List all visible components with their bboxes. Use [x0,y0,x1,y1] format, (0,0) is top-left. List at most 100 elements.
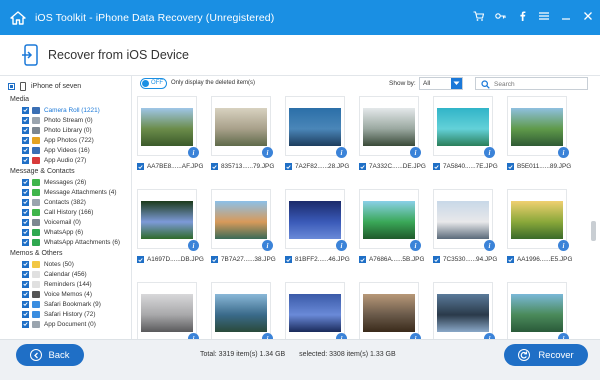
photo-checkbox[interactable] [433,256,440,263]
facebook-icon[interactable] [516,10,528,22]
back-button[interactable]: Back [16,344,84,366]
photo-thumbnail[interactable]: i [433,189,495,251]
show-by-select[interactable]: All [419,77,463,90]
sidebar-item[interactable]: Calendar (456) [8,269,131,279]
sidebar-item[interactable]: App Audio (27) [8,155,131,165]
photo-thumbnail[interactable]: i [433,96,495,158]
photo-thumbnail[interactable]: i [137,96,199,158]
photo-thumbnail[interactable]: i [359,189,421,251]
photo-thumbnail[interactable]: i [285,282,347,339]
photo-checkbox[interactable] [507,256,514,263]
category-checkbox[interactable] [22,290,29,298]
info-icon[interactable]: i [262,240,273,251]
photo-thumbnail[interactable]: i [359,96,421,158]
sidebar-item[interactable]: Voice Memos (4) [8,289,131,299]
sidebar-item[interactable]: Message Attachments (4) [8,187,131,197]
sidebar-item[interactable]: Contacts (382) [8,197,131,207]
category-checkbox[interactable] [22,198,29,206]
photo-item[interactable]: i AA7BE8......AF.JPG [135,96,203,188]
sidebar-item[interactable]: WhatsApp (6) [8,227,131,237]
category-checkbox[interactable] [22,156,29,164]
sidebar-item[interactable]: Notes (50) [8,259,131,269]
category-checkbox[interactable] [22,260,29,268]
photo-thumbnail[interactable]: i [507,189,569,251]
photo-checkbox[interactable] [211,163,218,170]
sidebar-item[interactable]: Safari Bookmark (9) [8,299,131,309]
category-checkbox[interactable] [22,300,29,308]
info-icon[interactable]: i [558,240,569,251]
category-checkbox[interactable] [22,270,29,278]
photo-thumbnail[interactable]: i [507,96,569,158]
photo-item[interactable]: i [209,282,275,339]
info-icon[interactable]: i [336,240,347,251]
device-checkbox[interactable] [8,82,15,90]
photo-item[interactable]: i 7B7A27......38.JPG [209,189,276,281]
info-icon[interactable]: i [484,147,495,158]
photo-item[interactable]: i 835713......79.JPG [209,96,275,188]
photo-item[interactable]: i [357,282,423,339]
photo-checkbox[interactable] [211,256,218,263]
category-checkbox[interactable] [22,228,29,236]
info-icon[interactable]: i [262,147,273,158]
photo-item[interactable]: i [431,282,497,339]
info-icon[interactable]: i [410,240,421,251]
category-checkbox[interactable] [22,126,29,134]
photo-thumbnail[interactable]: i [137,189,199,251]
info-icon[interactable]: i [558,147,569,158]
photo-item[interactable]: i 81BFF2......46.JPG [283,189,350,281]
info-icon[interactable]: i [188,240,199,251]
info-icon[interactable]: i [336,147,347,158]
photo-thumbnail[interactable]: i [211,282,273,339]
category-checkbox[interactable] [22,136,29,144]
category-checkbox[interactable] [22,106,29,114]
photo-item[interactable]: i A7686A......5B.JPG [357,189,424,281]
photo-item[interactable]: i [505,282,571,339]
photo-item[interactable]: i 7A2F82......28.JPG [283,96,349,188]
photo-thumbnail[interactable]: i [507,282,569,339]
photo-checkbox[interactable] [433,163,440,170]
category-checkbox[interactable] [22,320,29,328]
photo-thumbnail[interactable]: i [211,96,273,158]
sidebar-item[interactable]: App Document (0) [8,319,131,329]
photo-thumbnail[interactable]: i [359,282,421,339]
cart-icon[interactable] [472,10,484,22]
photo-item[interactable]: i AA1996......E5.JPG [505,189,572,281]
info-icon[interactable]: i [484,240,495,251]
photo-item[interactable]: i 7C3530......94.JPG [431,189,497,281]
photo-thumbnail[interactable]: i [433,282,495,339]
category-checkbox[interactable] [22,188,29,196]
photo-thumbnail[interactable]: i [211,189,273,251]
category-checkbox[interactable] [22,178,29,186]
category-checkbox[interactable] [22,218,29,226]
photo-thumbnail[interactable]: i [285,96,347,158]
sidebar-item[interactable]: Call History (166) [8,207,131,217]
photo-thumbnail[interactable]: i [137,282,199,339]
menu-icon[interactable] [538,10,550,22]
photo-checkbox[interactable] [137,256,144,263]
sidebar-item[interactable]: Photo Library (0) [8,125,131,135]
photo-checkbox[interactable] [507,163,514,170]
photo-checkbox[interactable] [285,256,292,263]
sidebar-item[interactable]: Safari History (72) [8,309,131,319]
key-icon[interactable] [494,10,506,22]
photo-checkbox[interactable] [137,163,144,170]
photo-item[interactable]: i B5E011......89.JPG [505,96,571,188]
deleted-only-toggle[interactable]: OFF [140,78,167,89]
photo-item[interactable]: i [283,282,349,339]
sidebar-item[interactable]: Camera Roll (1221) [8,105,131,115]
category-checkbox[interactable] [22,208,29,216]
device-row[interactable]: iPhone of seven [8,79,131,93]
home-icon[interactable] [9,10,27,26]
recover-button[interactable]: Recover [504,344,588,366]
close-icon[interactable] [582,10,594,22]
photo-item[interactable]: i A1697D......DB.JPG [135,189,204,281]
photo-thumbnail[interactable]: i [285,189,347,251]
photo-item[interactable]: i 7A332C......DE.JPG [357,96,426,188]
photo-checkbox[interactable] [359,256,366,263]
scrollbar-thumb[interactable] [591,221,596,241]
category-checkbox[interactable] [22,280,29,288]
sidebar-item[interactable]: Reminders (144) [8,279,131,289]
sidebar-item[interactable]: Voicemail (0) [8,217,131,227]
sidebar-item[interactable]: WhatsApp Attachments (6) [8,237,131,247]
search-input[interactable] [494,79,584,89]
